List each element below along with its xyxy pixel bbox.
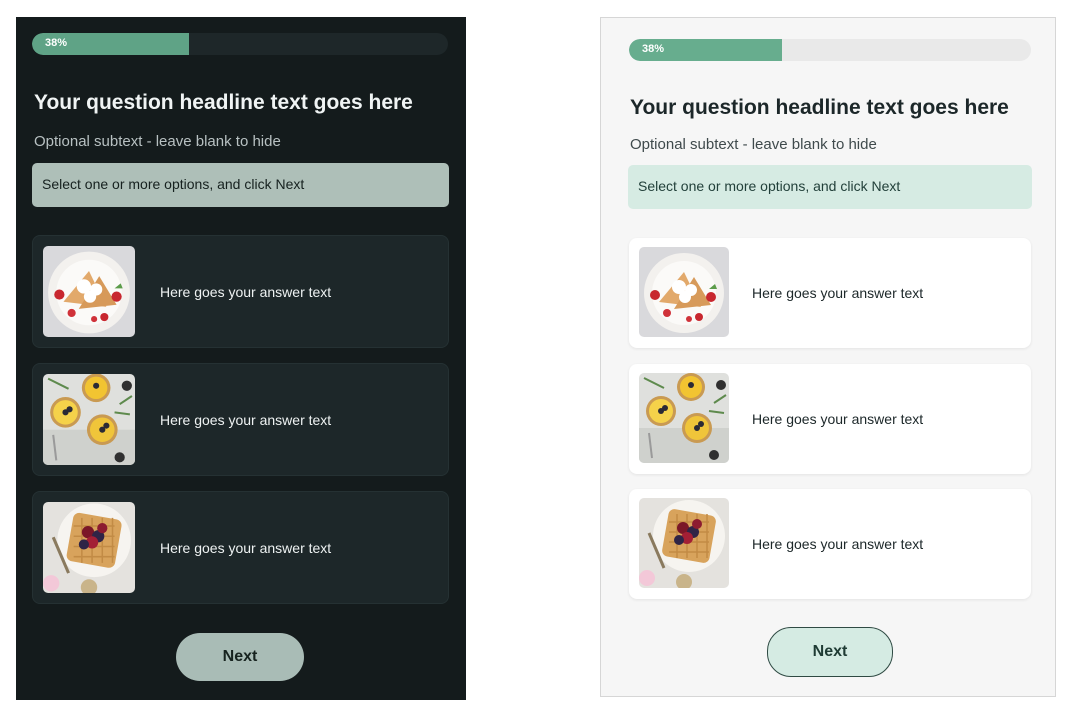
answer-option-label: Here goes your answer text (160, 539, 332, 556)
next-button[interactable]: Next (176, 633, 304, 681)
progress-label: 38% (642, 43, 665, 55)
light-theme-survey-card: 38% Your question headline text goes her… (600, 17, 1056, 697)
crepes-photo (43, 246, 135, 337)
berry-waffle-photo (639, 498, 729, 588)
answer-option-label: Here goes your answer text (160, 283, 332, 300)
dark-theme-survey-card: 38% Your question headline text goes her… (16, 17, 466, 700)
answer-option-3[interactable]: Here goes your answer text (629, 489, 1031, 599)
answer-option-2[interactable]: Here goes your answer text (32, 363, 449, 476)
citrus-tarts-photo (43, 374, 135, 465)
answer-option-3[interactable]: Here goes your answer text (32, 491, 449, 604)
next-button[interactable]: Next (767, 627, 893, 677)
question-subtext: Optional subtext - leave blank to hide (34, 133, 281, 150)
question-headline: Your question headline text goes here (630, 96, 1009, 119)
answer-option-label: Here goes your answer text (160, 411, 332, 428)
answer-option-label: Here goes your answer text (752, 536, 924, 552)
question-headline: Your question headline text goes here (34, 91, 413, 114)
question-subtext: Optional subtext - leave blank to hide (630, 136, 877, 153)
answer-option-1[interactable]: Here goes your answer text (32, 235, 449, 348)
answer-option-1[interactable]: Here goes your answer text (629, 238, 1031, 348)
progress-bar: 38% (629, 39, 1031, 61)
berry-waffle-photo (43, 502, 135, 593)
citrus-tarts-photo (639, 373, 729, 463)
crepes-photo (639, 247, 729, 337)
answer-option-label: Here goes your answer text (752, 285, 924, 301)
instruction-banner: Select one or more options, and click Ne… (628, 165, 1032, 209)
instruction-banner: Select one or more options, and click Ne… (32, 163, 449, 207)
progress-label: 38% (45, 37, 68, 49)
answer-option-label: Here goes your answer text (752, 411, 924, 427)
answer-option-2[interactable]: Here goes your answer text (629, 364, 1031, 474)
progress-bar: 38% (32, 33, 448, 55)
